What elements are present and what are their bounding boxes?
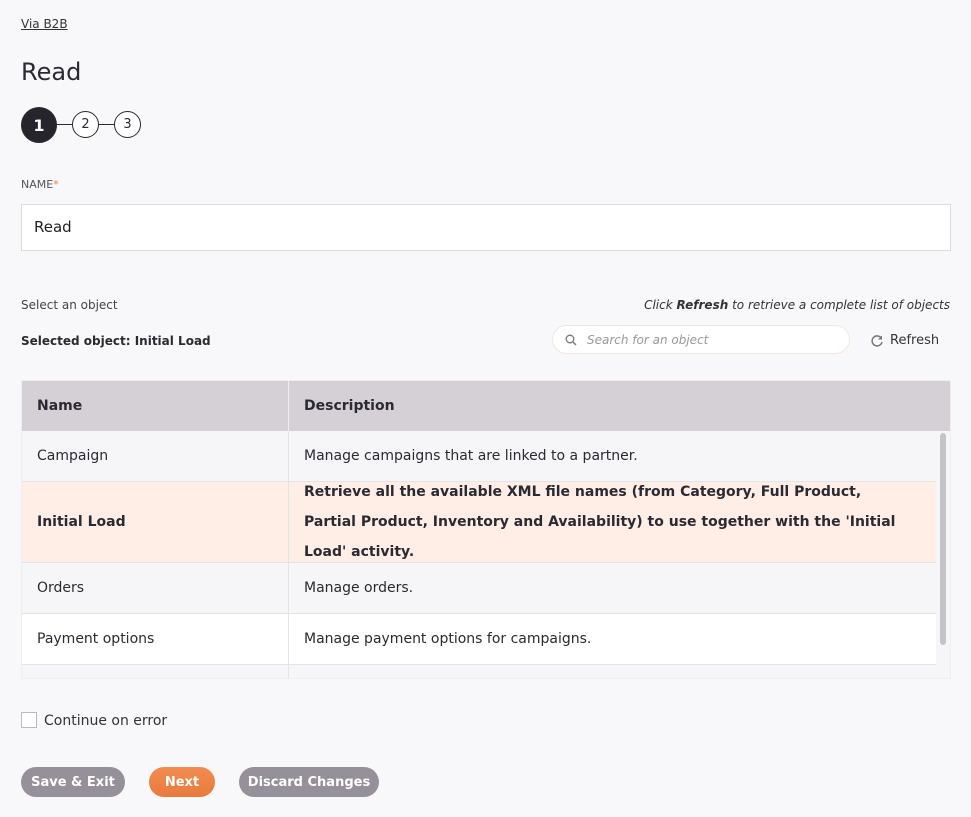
search-input[interactable]: Search for an object xyxy=(552,325,850,354)
selected-object: Selected object: Initial Load xyxy=(21,334,211,348)
search-icon xyxy=(565,334,577,345)
breadcrumb-link[interactable]: Via B2B xyxy=(21,17,68,31)
header-name: Name xyxy=(22,381,289,431)
step-connector xyxy=(57,124,72,125)
continue-on-error-label[interactable]: Continue on error xyxy=(44,713,167,729)
continue-on-error-checkbox[interactable] xyxy=(21,712,37,728)
name-input[interactable]: Read xyxy=(21,204,951,251)
step-2[interactable]: 2 xyxy=(72,111,99,138)
table-header: Name Description xyxy=(22,381,950,431)
table-row-partial xyxy=(22,665,937,678)
refresh-icon xyxy=(871,334,883,347)
step-3[interactable]: 3 xyxy=(114,111,141,138)
search-placeholder: Search for an object xyxy=(587,332,709,347)
row-name: Orders xyxy=(22,563,289,613)
refresh-label: Refresh xyxy=(890,333,940,348)
row-name: Payment options xyxy=(22,614,289,664)
save-exit-button[interactable]: Save & Exit xyxy=(21,767,125,797)
objects-table: Name Description Campaign Manage campaign… xyxy=(21,380,951,679)
row-name: Campaign xyxy=(22,431,289,481)
refresh-button[interactable]: Refresh xyxy=(870,333,939,348)
row-name: Initial Load xyxy=(22,482,289,562)
header-description: Description xyxy=(304,398,395,414)
row-description: Manage campaigns that are linked to a pa… xyxy=(304,448,638,464)
name-label: NAME* xyxy=(21,178,59,191)
next-button[interactable]: Next xyxy=(149,767,215,797)
step-1[interactable]: 1 xyxy=(21,107,57,143)
page-title: Read xyxy=(21,58,82,86)
discard-changes-button[interactable]: Discard Changes xyxy=(239,767,379,797)
row-description: Manage payment options for campaigns. xyxy=(304,631,592,647)
step-connector xyxy=(99,124,114,125)
select-object-label: Select an object xyxy=(21,298,118,312)
table-row[interactable]: Payment options Manage payment options fo… xyxy=(22,614,937,665)
row-description: Manage orders. xyxy=(304,580,414,596)
scrollbar-thumb[interactable] xyxy=(940,433,946,645)
row-description: Retrieve all the available XML file name… xyxy=(304,484,896,560)
table-row[interactable]: Campaign Manage campaigns that are linked… xyxy=(22,431,937,482)
refresh-hint: Click Refresh to retrieve a complete lis… xyxy=(644,298,950,312)
table-row[interactable]: Orders Manage orders. xyxy=(22,563,937,614)
table-row-selected[interactable]: Initial Load Retrieve all the available X… xyxy=(22,482,937,563)
